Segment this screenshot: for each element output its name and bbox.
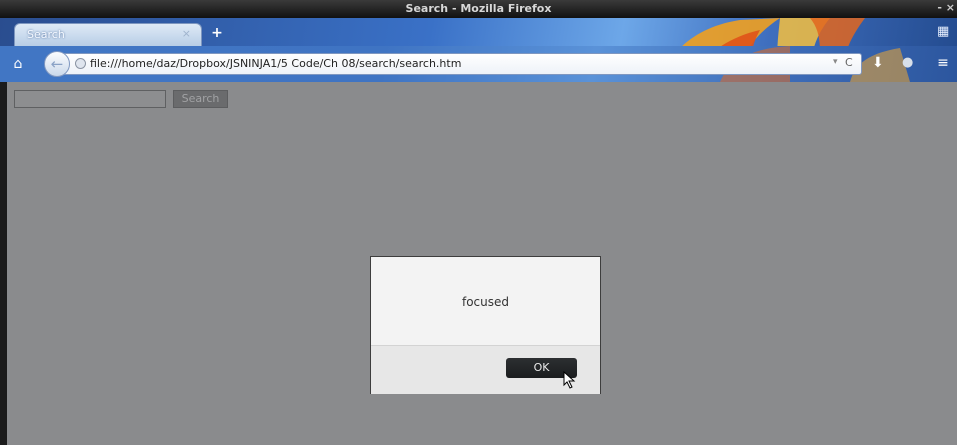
- addon-icon[interactable]: ●: [902, 55, 913, 70]
- menu-icon[interactable]: ≡: [935, 55, 951, 71]
- navigation-bar: ⌂ ← file:///home/daz/Dropbox/JSNINJA1/5 …: [0, 46, 957, 82]
- window-titlebar: Search - Mozilla Firefox - ×: [0, 0, 957, 18]
- window-title: Search - Mozilla Firefox: [405, 2, 552, 15]
- site-identity-icon[interactable]: [75, 58, 86, 69]
- alert-message: focused: [461, 295, 510, 309]
- reload-icon[interactable]: C: [845, 56, 853, 69]
- home-icon[interactable]: ⌂: [10, 56, 26, 72]
- download-icon[interactable]: ⬇: [872, 55, 884, 71]
- url-history-dropdown-icon[interactable]: ▾: [833, 57, 838, 67]
- new-tab-button[interactable]: +: [209, 25, 225, 41]
- tab-title: Search: [27, 28, 65, 41]
- back-button[interactable]: ←: [44, 51, 70, 77]
- url-text[interactable]: file:///home/daz/Dropbox/JSNINJA1/5 Code…: [90, 57, 461, 70]
- mouse-cursor-icon: [563, 371, 576, 389]
- search-input[interactable]: [14, 90, 166, 108]
- back-arrow-icon: ←: [50, 55, 64, 73]
- tab-close-icon[interactable]: ×: [182, 27, 191, 40]
- search-button[interactable]: Search: [173, 90, 228, 108]
- tab-search[interactable]: Search ×: [14, 23, 202, 46]
- tab-groups-icon[interactable]: ▦: [937, 24, 955, 40]
- window-controls[interactable]: - ×: [937, 0, 955, 16]
